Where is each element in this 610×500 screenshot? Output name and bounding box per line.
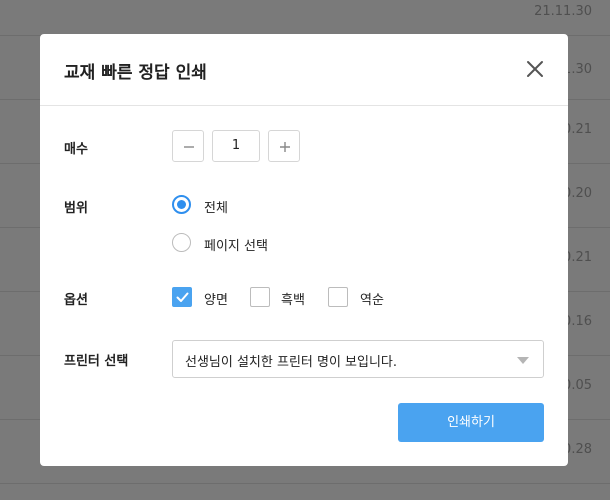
print-button[interactable]: 인쇄하기 [398,403,544,442]
minus-icon [184,146,194,148]
print-answers-dialog: 교재 빠른 정답 인쇄 매수 1 범위 전체 페이지 선택 옵션 양면 흑백 역… [40,34,568,466]
options-label: 옵션 [64,293,88,308]
radio-page-select-label[interactable]: 페이지 선택 [204,235,268,254]
checkmark-icon [176,292,189,302]
duplex-checkbox[interactable] [172,287,192,307]
close-button[interactable] [524,58,546,80]
printer-label: 프린터 선택 [64,354,129,369]
grayscale-label[interactable]: 흑백 [281,289,305,308]
grayscale-checkbox[interactable] [250,287,270,307]
range-label: 범위 [64,201,88,216]
reverse-order-checkbox[interactable] [328,287,348,307]
copies-label: 매수 [64,142,88,157]
copies-input[interactable]: 1 [212,130,260,162]
reverse-order-label[interactable]: 역순 [360,289,384,308]
radio-page-select[interactable] [172,233,191,252]
increment-button[interactable] [268,130,300,162]
dialog-header: 교재 빠른 정답 인쇄 [40,34,568,106]
list-item: 21.11.30 [0,0,610,36]
radio-selected-dot [177,200,186,209]
printer-select-value: 선생님이 설치한 프린터 명이 보입니다. [185,355,398,370]
radio-all[interactable] [172,195,191,214]
dialog-title: 교재 빠른 정답 인쇄 [64,63,207,83]
list-item-date: 21.11.30 [534,4,592,19]
duplex-label[interactable]: 양면 [204,289,228,308]
radio-all-label[interactable]: 전체 [204,197,228,216]
close-icon [527,61,543,77]
decrement-button[interactable] [172,130,204,162]
plus-icon [280,142,290,152]
caret-down-icon [517,357,529,364]
printer-select[interactable]: 선생님이 설치한 프린터 명이 보입니다. [172,340,544,378]
